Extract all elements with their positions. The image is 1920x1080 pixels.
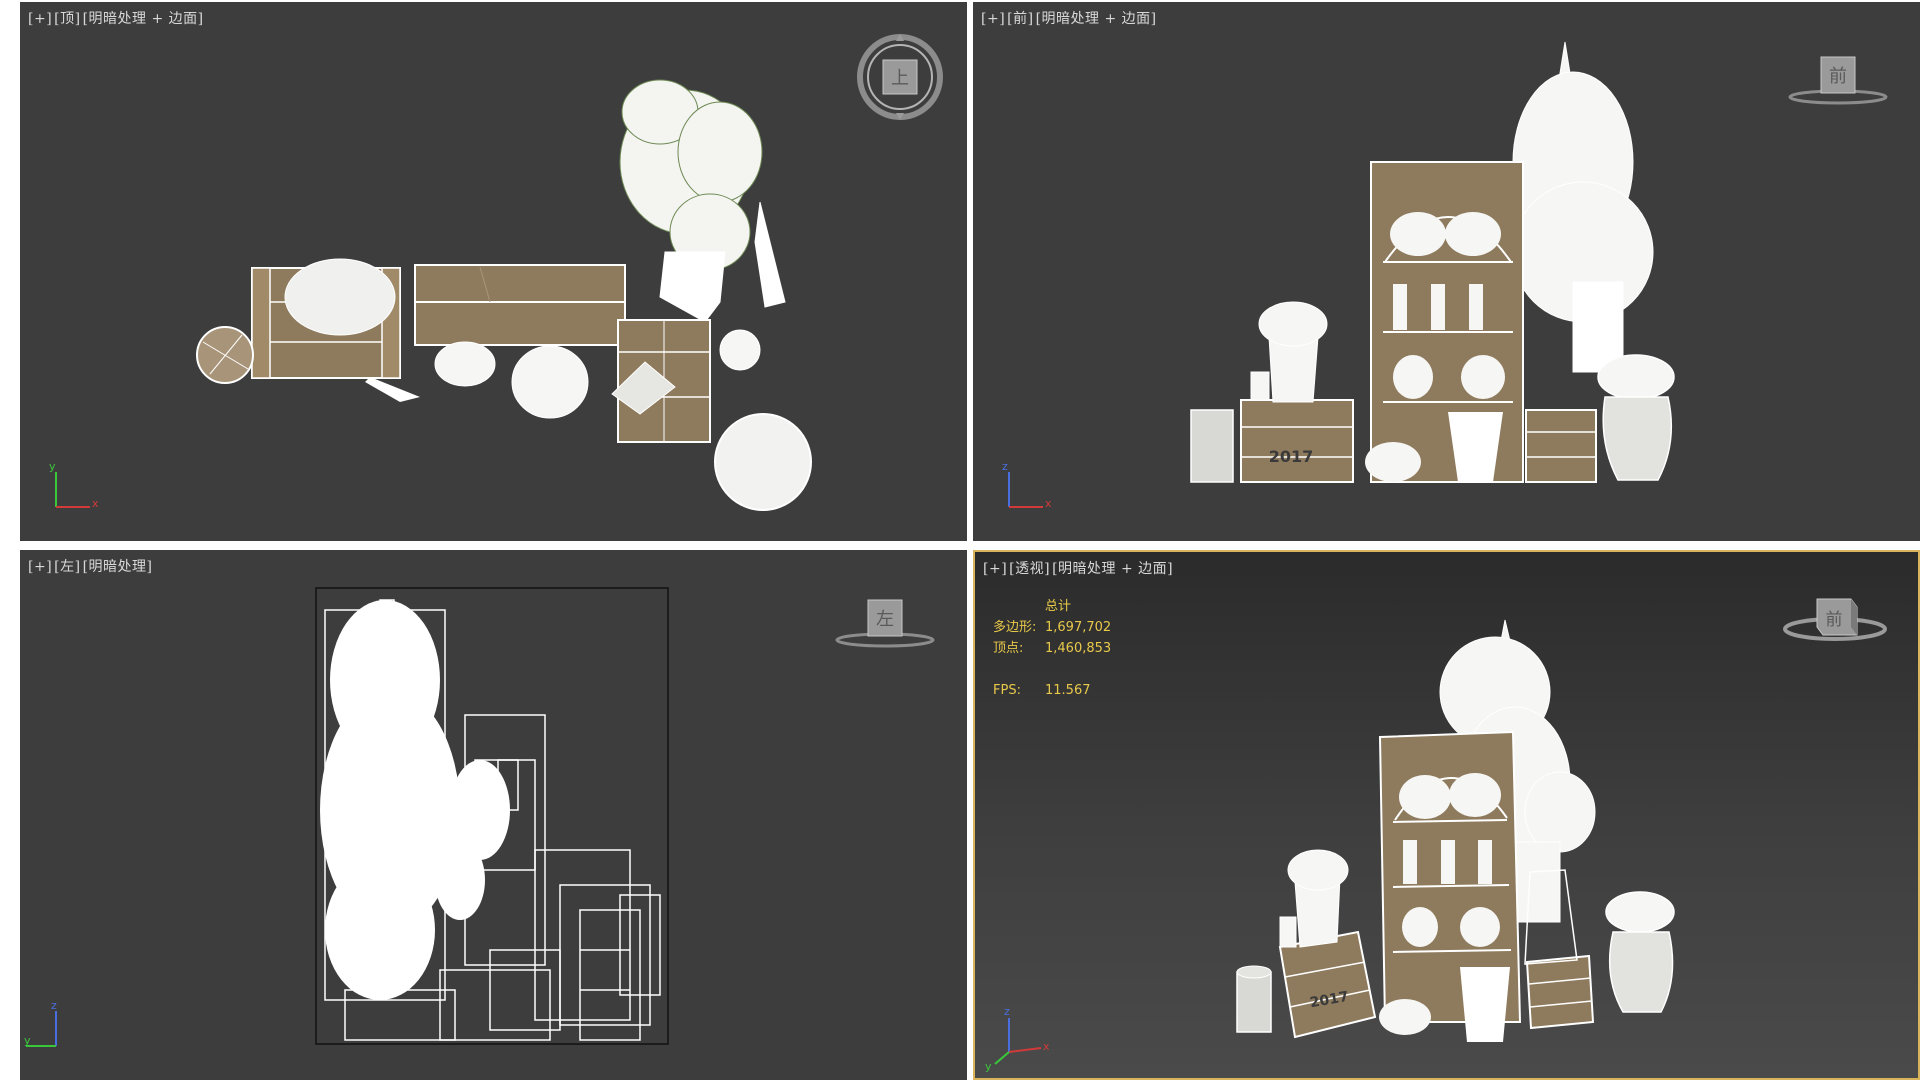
wooden-crate [251,258,420,402]
viewcube-face-label: 前 [1829,66,1847,87]
axis-x-label: x [1043,1040,1050,1053]
axis-tripod: y x [49,460,99,510]
viewport-front[interactable]: [+] [前] [明暗处理 + 边面] 2017 z x 前 [973,2,1920,541]
tree [1512,41,1654,373]
flower-bunch-crate [1279,849,1349,948]
viewcube-face-label: 左 [876,609,894,630]
viewcube-face-label: 前 [1826,610,1843,630]
axis-z-label: z [1004,1005,1010,1018]
axis-z-label: z [1002,460,1008,473]
viewcube-top[interactable]: 上 [845,32,955,132]
bookshelf [414,264,626,346]
axis-y-label: y [985,1060,992,1073]
viewcube-perspective[interactable]: 前 [1775,587,1895,657]
axis-tripod: z x [1002,460,1052,510]
viewcube-face-label: 上 [891,68,909,89]
wooden-crate-small [1525,409,1597,483]
tree-canopy [619,79,786,323]
viewport-top[interactable]: [+] [顶] [明暗处理 + 边面] y x 上 [20,2,967,541]
crate-year-label: 2017 [1269,447,1314,466]
vase [1605,891,1675,1013]
axis-x-label: x [92,497,99,510]
wooden-crate: 2017 [1190,399,1354,483]
viewport-perspective[interactable]: [+] [透视] [明暗处理 + 边面] 总计 多边形: 1,697,702 顶点:… [973,550,1920,1080]
vase [1597,354,1675,481]
viewcube-front[interactable]: 前 [1783,47,1893,117]
scene-render-left: z y [24,587,669,1047]
axis-y-label: y [24,1034,31,1047]
scene-render-top: y x [49,79,812,511]
bookshelf [1370,161,1524,483]
axis-y-label: y [49,460,56,473]
flower-bunch-crate [1250,301,1328,403]
viewport-left[interactable]: [+] [左] [明暗处理] z y 左 [20,550,967,1080]
wooden-crate: 2017 [1236,930,1377,1039]
tree-side-silhouette [320,600,510,1000]
axis-tripod: z y [24,999,57,1047]
vase [714,413,812,511]
viewcube-left[interactable]: 左 [830,590,940,660]
scene-render-front: 2017 z x [1002,41,1675,510]
axis-tripod: z x y [985,1005,1050,1073]
axis-x-label: x [1045,497,1052,510]
axis-z-label: z [51,999,57,1012]
wooden-crate-small [611,319,711,443]
round-stool [196,326,254,384]
